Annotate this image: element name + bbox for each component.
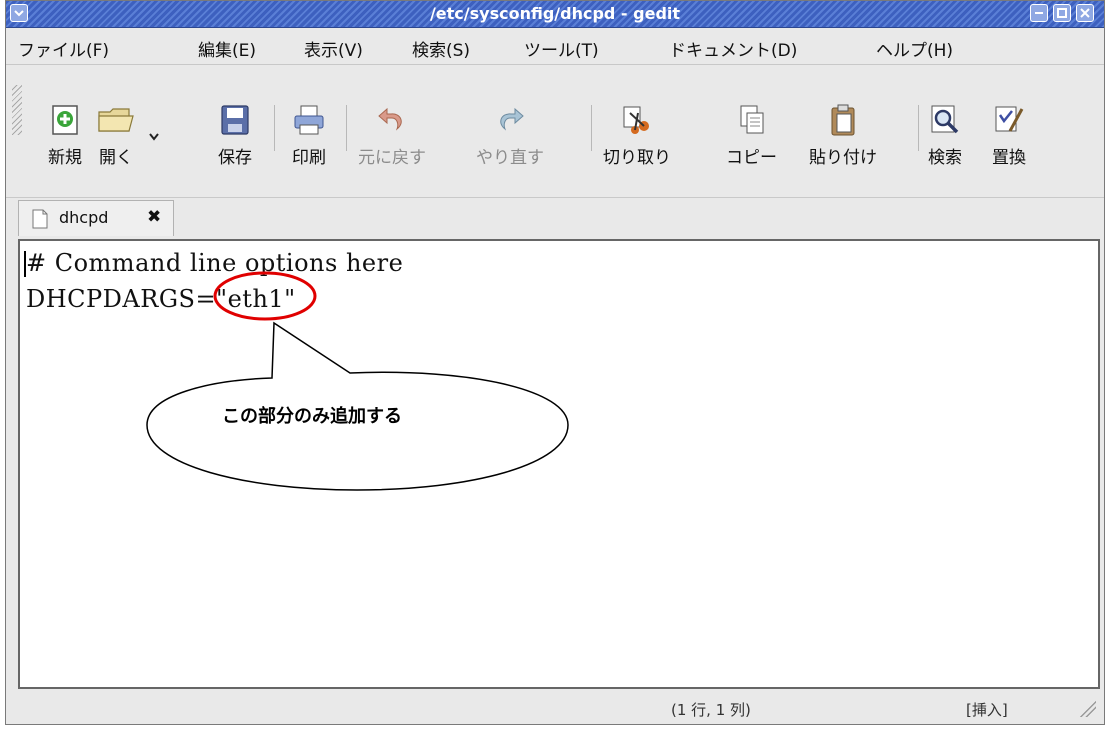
open-dropdown-arrow[interactable] xyxy=(148,127,160,146)
insert-mode: [挿入] xyxy=(966,701,1008,719)
menu-help[interactable]: ヘルプ(H) xyxy=(876,36,953,61)
print-label: 印刷 xyxy=(292,148,326,168)
text-editor[interactable]: # Command line options here DHCPDARGS="e… xyxy=(18,239,1100,689)
open-label: 開く xyxy=(99,148,133,168)
tab-dhcpd[interactable]: dhcpd ✖ xyxy=(18,200,174,236)
clipboard-icon xyxy=(831,104,855,136)
menu-edit[interactable]: 編集(E) xyxy=(198,36,256,61)
new-document-icon xyxy=(52,105,78,135)
chevron-down-icon xyxy=(149,133,159,141)
code-line: DHCPDARGS="eth1" xyxy=(26,285,296,313)
window-title: /etc/sysconfig/dhcpd - gedit xyxy=(429,4,681,23)
save-button[interactable]: 保存 xyxy=(218,103,252,168)
copy-icon xyxy=(740,105,763,134)
menu-search[interactable]: 検索(S) xyxy=(412,36,470,61)
paste-button[interactable]: 貼り付け xyxy=(809,103,877,168)
save-label: 保存 xyxy=(218,148,252,168)
replace-icon xyxy=(995,106,1024,132)
toolbar-separator xyxy=(274,105,275,151)
toolbar-separator xyxy=(591,105,592,151)
maximize-button[interactable] xyxy=(1053,4,1071,22)
find-button[interactable]: 検索 xyxy=(928,103,962,168)
status-bar: (1 行, 1 列) [挿入] xyxy=(6,691,1104,724)
gedit-window: /etc/sysconfig/dhcpd - gedit ファイル(F) 編集(… xyxy=(5,0,1105,725)
callout-text: この部分のみ追加する xyxy=(222,406,402,427)
cursor-position: (1 行, 1 列) xyxy=(671,701,751,719)
menu-documents[interactable]: ドキュメント(D) xyxy=(669,36,797,61)
toolbar-grip[interactable] xyxy=(12,85,22,135)
folder-icon xyxy=(98,108,134,132)
new-button[interactable]: 新規 xyxy=(48,103,82,168)
tab-label: dhcpd xyxy=(59,208,109,227)
find-icon xyxy=(931,105,959,134)
title-bar[interactable]: /etc/sysconfig/dhcpd - gedit xyxy=(6,1,1104,28)
close-button[interactable] xyxy=(1076,4,1094,22)
printer-icon xyxy=(294,105,324,135)
paste-label: 貼り付け xyxy=(809,148,877,168)
menu-tools[interactable]: ツール(T) xyxy=(524,36,599,61)
copy-button[interactable]: コピー xyxy=(726,103,777,168)
minimize-icon xyxy=(1035,12,1043,14)
replace-label: 置換 xyxy=(992,148,1026,168)
cut-button[interactable]: 切り取り xyxy=(603,103,671,168)
minimize-button[interactable] xyxy=(1030,4,1048,22)
code-line: # Command line options here xyxy=(26,249,404,277)
cut-label: 切り取り xyxy=(603,148,671,168)
close-icon xyxy=(1080,8,1090,18)
menu-bar: ファイル(F) 編集(E) 表示(V) 検索(S) ツール(T) ドキュメント(… xyxy=(6,28,1104,65)
menu-file[interactable]: ファイル(F) xyxy=(18,36,109,61)
replace-button[interactable]: 置換 xyxy=(992,103,1026,168)
undo-icon xyxy=(378,107,402,131)
document-icon xyxy=(32,209,48,229)
floppy-disk-icon xyxy=(221,105,249,135)
open-button[interactable]: 開く xyxy=(96,103,136,168)
tab-bar: dhcpd ✖ xyxy=(6,197,1104,236)
resize-grip-icon[interactable] xyxy=(1078,699,1096,717)
print-button[interactable]: 印刷 xyxy=(292,103,326,168)
toolbar: 新規 開く 保存 印刷 元に戻す やり直す 切り取り コピー 貼り付け 検索 置… xyxy=(6,65,1104,195)
redo-icon xyxy=(500,107,524,131)
close-tab-icon[interactable]: ✖ xyxy=(147,207,161,227)
redo-label: やり直す xyxy=(476,148,544,168)
maximize-icon xyxy=(1057,8,1067,18)
menu-view[interactable]: 表示(V) xyxy=(304,36,363,61)
copy-label: コピー xyxy=(726,148,777,168)
undo-button[interactable]: 元に戻す xyxy=(358,103,426,168)
new-label: 新規 xyxy=(48,148,82,168)
find-label: 検索 xyxy=(928,148,962,168)
toolbar-separator xyxy=(918,105,919,151)
toolbar-separator xyxy=(346,105,347,151)
scissors-icon xyxy=(623,106,649,134)
redo-button[interactable]: やり直す xyxy=(476,103,544,168)
undo-label: 元に戻す xyxy=(358,148,426,168)
